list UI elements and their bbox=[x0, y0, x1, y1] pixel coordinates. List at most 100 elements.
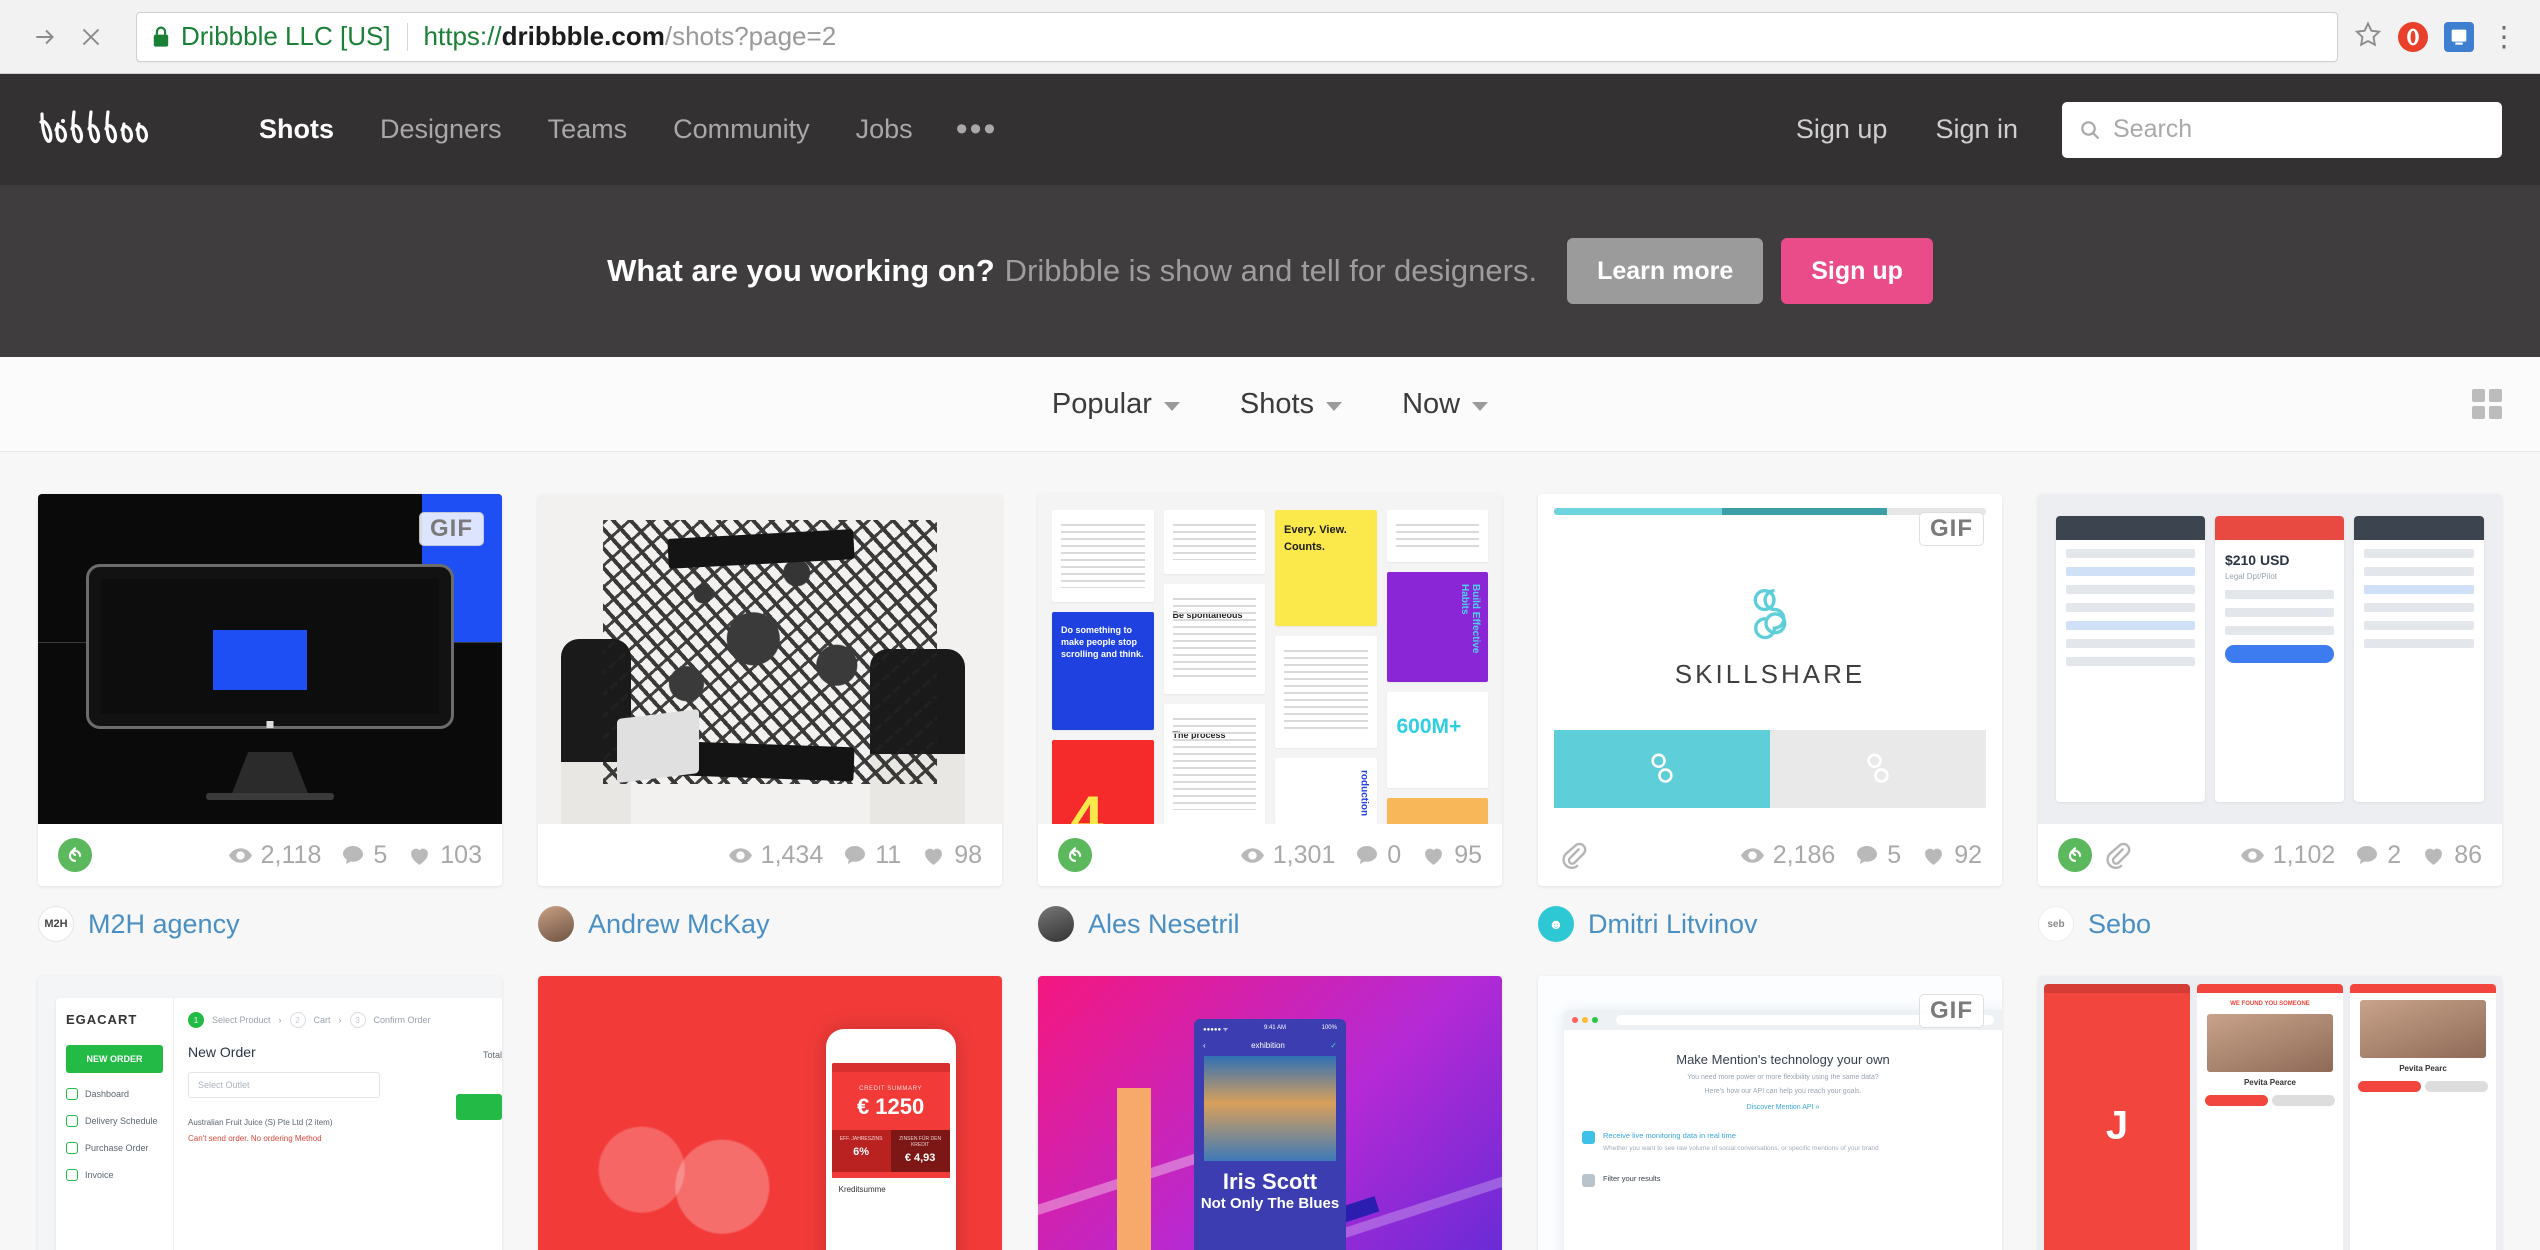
nav-link-designers[interactable]: Designers bbox=[357, 114, 525, 145]
dribbble-logo[interactable] bbox=[38, 104, 188, 156]
shot-card[interactable]: $210 USD Legal Dpt/Pilot bbox=[2038, 494, 2502, 886]
nav-link-shots[interactable]: Shots bbox=[236, 114, 357, 145]
shot-thumbnail[interactable]: Make Mention's technology your own You n… bbox=[1538, 976, 2002, 1250]
shot-thumbnail[interactable]: J WE FOUND YOU SOMEONE Pevita Pearce Pev… bbox=[2038, 976, 2502, 1250]
shot-badges bbox=[1558, 840, 1588, 870]
shot-card[interactable]: Do something to make people stop scrolli… bbox=[1038, 494, 1502, 886]
shot-thumbnail[interactable]: CREDIT SUMMARY € 1250 EFF. JAHRESZINS 6%… bbox=[538, 976, 1002, 1250]
shot-thumbnail[interactable] bbox=[538, 494, 1002, 824]
action-buttons bbox=[2205, 1095, 2335, 1106]
discover-api-link: Discover Mention API » bbox=[1564, 1104, 2002, 1111]
promo-sign-up-button[interactable]: Sign up bbox=[1781, 238, 1933, 304]
shot-stats: 1,102 2 86 bbox=[2240, 841, 2482, 870]
browser-menu-icon[interactable]: ⋮ bbox=[2490, 27, 2518, 47]
grid-cell bbox=[2472, 389, 2485, 402]
shot-item[interactable]: $210 USD Legal Dpt/Pilot bbox=[2038, 494, 2502, 942]
shot-thumbnail[interactable]: ●●●●● ᯤ 9:41 AM 100% ‹ exhibition ✓ Iris… bbox=[1038, 976, 1502, 1250]
panel-titlebar bbox=[2215, 516, 2345, 540]
shot-card[interactable]: Make Mention's technology your own You n… bbox=[1538, 976, 2002, 1250]
author-name-link[interactable]: Ales Nesetril bbox=[1088, 909, 1240, 940]
shot-item[interactable]: Do something to make people stop scrolli… bbox=[1038, 494, 1502, 942]
panel-mid: $210 USD Legal Dpt/Pilot bbox=[2215, 516, 2345, 802]
status-bar: ●●●●● ᯤ 9:41 AM 100% bbox=[1194, 1019, 1346, 1039]
artwork-image bbox=[1204, 1056, 1336, 1161]
shots-grid: GIF 2,118 5 bbox=[0, 452, 2540, 1250]
attachment-icon bbox=[1558, 840, 1588, 870]
sign-up-link[interactable]: Sign up bbox=[1772, 114, 1912, 145]
match-banner: WE FOUND YOU SOMEONE bbox=[2197, 1001, 2343, 1007]
shot-meta: 1,102 2 86 bbox=[2038, 824, 2502, 886]
shot-item[interactable]: 1,434 11 98 Andrew McKay bbox=[538, 494, 1002, 942]
accept-button bbox=[2358, 1081, 2421, 1092]
shot-item[interactable]: SKILLSHARE bbox=[1538, 494, 2002, 942]
views-count: 2,186 bbox=[1773, 841, 1836, 870]
star-icon[interactable] bbox=[2354, 20, 2382, 53]
shot-item[interactable]: ●●●●● ᯤ 9:41 AM 100% ‹ exhibition ✓ Iris… bbox=[1038, 976, 1502, 1250]
step-label: Confirm Order bbox=[374, 1015, 431, 1025]
shot-author[interactable]: seb Sebo bbox=[2038, 906, 2502, 942]
shot-card[interactable]: ●●●●● ᯤ 9:41 AM 100% ‹ exhibition ✓ Iris… bbox=[1038, 976, 1502, 1250]
icon bbox=[66, 1115, 78, 1127]
shot-thumbnail[interactable]: Do something to make people stop scrolli… bbox=[1038, 494, 1502, 824]
shot-card[interactable]: SKILLSHARE bbox=[1538, 494, 2002, 886]
filter-now[interactable]: Now bbox=[1402, 388, 1488, 421]
nav-link-jobs[interactable]: Jobs bbox=[833, 114, 936, 145]
author-name-link[interactable]: M2H agency bbox=[88, 909, 240, 940]
nav-link-teams[interactable]: Teams bbox=[525, 114, 651, 145]
opera-extension-icon[interactable] bbox=[2398, 22, 2428, 52]
author-name-link[interactable]: Dmitri Litvinov bbox=[1588, 909, 1758, 940]
address-bar[interactable]: Dribbble LLC [US] https://dribbble.com/s… bbox=[136, 12, 2338, 62]
extension-icon[interactable] bbox=[2444, 22, 2474, 52]
sign-in-link[interactable]: Sign in bbox=[1911, 114, 2042, 145]
learn-more-button[interactable]: Learn more bbox=[1567, 238, 1763, 304]
couple-photo bbox=[538, 1022, 826, 1250]
shot-author[interactable]: ☻ Dmitri Litvinov bbox=[1538, 906, 2002, 942]
status-bar bbox=[2350, 984, 2496, 993]
shot-thumbnail[interactable]: EGACART NEW ORDER Dashboard Delivery Sch… bbox=[38, 976, 502, 1250]
shot-meta: 2,186 5 92 bbox=[1538, 824, 2002, 886]
shot-card[interactable]: 1,434 11 98 bbox=[538, 494, 1002, 886]
shot-thumbnail[interactable]: $210 USD Legal Dpt/Pilot bbox=[2038, 494, 2502, 824]
shot-item[interactable]: J WE FOUND YOU SOMEONE Pevita Pearce Pev… bbox=[2038, 976, 2502, 1250]
grid-view-icon[interactable] bbox=[2472, 389, 2502, 419]
status-bar bbox=[2197, 984, 2343, 993]
nav-link-community[interactable]: Community bbox=[650, 114, 833, 145]
sidebar-item: Purchase Order bbox=[66, 1142, 163, 1154]
egacart-logo: EGACART bbox=[66, 1012, 163, 1027]
shot-card[interactable]: J WE FOUND YOU SOMEONE Pevita Pearce Pev… bbox=[2038, 976, 2502, 1250]
shot-item[interactable]: CREDIT SUMMARY € 1250 EFF. JAHRESZINS 6%… bbox=[538, 976, 1002, 1250]
heart-icon bbox=[921, 843, 946, 868]
auth-links: Sign up Sign in bbox=[1772, 114, 2042, 145]
shot-author[interactable]: Andrew McKay bbox=[538, 906, 1002, 942]
shot-item[interactable]: Make Mention's technology your own You n… bbox=[1538, 976, 2002, 1250]
search-box[interactable] bbox=[2062, 102, 2502, 158]
url-scheme: https:// bbox=[424, 21, 502, 51]
orange-column bbox=[1117, 1088, 1151, 1250]
comments-count: 5 bbox=[373, 841, 387, 870]
author-name-link[interactable]: Andrew McKay bbox=[588, 909, 770, 940]
shot-card[interactable]: GIF 2,118 5 bbox=[38, 494, 502, 886]
warning-text: Can't send order. No ordering Method bbox=[188, 1134, 488, 1143]
page-blue: Do something to make people stop scrolli… bbox=[1052, 612, 1154, 730]
forward-arrow-icon[interactable] bbox=[22, 14, 68, 60]
filter-popular[interactable]: Popular bbox=[1052, 388, 1180, 421]
nav-more-icon[interactable]: ••• bbox=[936, 119, 1018, 139]
shot-author[interactable]: M2H M2H agency bbox=[38, 906, 502, 942]
app-main: 1Select Product › 2Cart › 3Confirm Order… bbox=[174, 998, 502, 1250]
shot-card[interactable]: CREDIT SUMMARY € 1250 EFF. JAHRESZINS 6%… bbox=[538, 976, 1002, 1250]
shot-item[interactable]: EGACART NEW ORDER Dashboard Delivery Sch… bbox=[38, 976, 502, 1250]
comments-stat: 5 bbox=[1855, 841, 1901, 870]
shot-thumbnail[interactable]: SKILLSHARE bbox=[1538, 494, 2002, 824]
author-name-link[interactable]: Sebo bbox=[2088, 909, 2151, 940]
stop-x-icon[interactable] bbox=[68, 14, 114, 60]
comments-count: 0 bbox=[1387, 841, 1401, 870]
search-input[interactable] bbox=[2113, 115, 2486, 144]
filter-shots[interactable]: Shots bbox=[1240, 388, 1342, 421]
shot-card[interactable]: EGACART NEW ORDER Dashboard Delivery Sch… bbox=[38, 976, 502, 1250]
rate-cell: EFF. JAHRESZINS 6% bbox=[832, 1130, 891, 1172]
shot-thumbnail[interactable]: GIF bbox=[38, 494, 502, 824]
shot-item[interactable]: GIF 2,118 5 bbox=[38, 494, 502, 942]
page bbox=[1052, 510, 1154, 602]
blue-quote: Do something to make people stop scrolli… bbox=[1061, 624, 1145, 660]
shot-author[interactable]: Ales Nesetril bbox=[1038, 906, 1502, 942]
